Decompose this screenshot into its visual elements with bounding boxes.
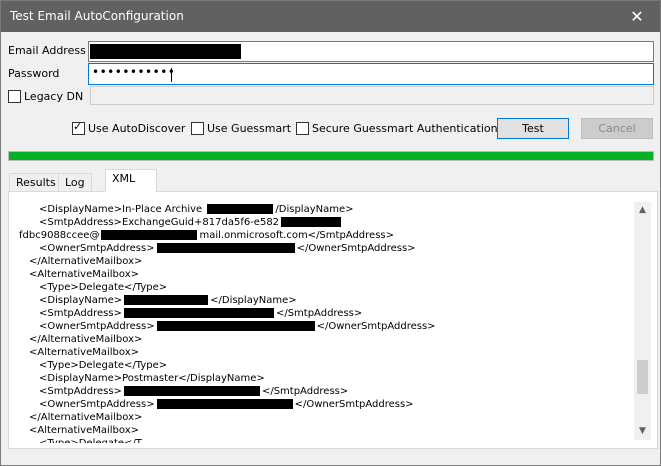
password-value: •••••••••••	[92, 65, 176, 79]
window-title: Test Email AutoConfiguration	[10, 9, 184, 23]
redacted-block	[101, 230, 198, 240]
dialog-window: Test Email AutoConfiguration ✕ Email Add…	[0, 0, 661, 466]
xml-panel: <DisplayName>In-Place Archive /DisplayNa…	[8, 191, 658, 449]
xml-text-view[interactable]: <DisplayName>In-Place Archive /DisplayNa…	[19, 203, 629, 443]
vertical-scrollbar[interactable]: ▲ ▼	[634, 202, 651, 440]
xml-text: <OwnerSmtpAddress>	[39, 243, 155, 254]
xml-text: </OwnerSmtpAddress>	[316, 321, 436, 332]
chevron-up-icon[interactable]: ▲	[634, 202, 651, 219]
xml-line: <OwnerSmtpAddress> </OwnerSmtpAddress>	[19, 242, 629, 255]
redacted-block	[156, 243, 295, 253]
secure-guessmart-checkbox[interactable]	[296, 122, 309, 135]
xml-line: <DisplayName>Postmaster</DisplayName>	[19, 372, 629, 385]
xml-line: <Type>Delegate</Type>	[19, 281, 629, 294]
xml-line: <Type>Delegate</T	[19, 437, 629, 443]
xml-line: <AlternativeMailbox>	[19, 346, 629, 359]
use-autodiscover-label: Use AutoDiscover	[88, 122, 186, 135]
xml-text: </OwnerSmtpAddress>	[296, 243, 416, 254]
xml-text: <DisplayName>In-Place Archive	[39, 204, 206, 215]
legacy-dn-checkbox[interactable]	[8, 90, 21, 103]
xml-line: <SmtpAddress> </SmtpAddress>	[19, 385, 629, 398]
tab-xml[interactable]: XML	[105, 169, 157, 192]
redacted-block	[207, 204, 274, 214]
xml-text: <Type>Delegate</Type>	[39, 360, 168, 371]
title-bar: Test Email AutoConfiguration ✕	[1, 1, 660, 32]
xml-text: /DisplayName>	[275, 204, 354, 215]
xml-text: </AlternativeMailbox>	[29, 412, 143, 423]
legacy-dn-field[interactable]	[90, 86, 654, 105]
xml-text: <AlternativeMailbox>	[29, 269, 140, 280]
xml-line: fdbc9088ccee@ mail.onmicrosoft.com</SmtpA…	[19, 229, 629, 242]
xml-text: <SmtpAddress>ExchangeGuid+817da5f6-e582	[39, 217, 280, 228]
use-guessmart-checkbox[interactable]	[191, 122, 204, 135]
xml-line: <DisplayName>In-Place Archive /DisplayNa…	[19, 203, 629, 216]
redacted-block	[124, 295, 209, 305]
password-label: Password	[8, 67, 60, 80]
xml-line: <OwnerSmtpAddress> </OwnerSmtpAddress>	[19, 320, 629, 333]
xml-text: <SmtpAddress>	[39, 386, 122, 397]
scrollbar-thumb[interactable]	[637, 360, 648, 394]
xml-line: </AlternativeMailbox>	[19, 333, 629, 346]
xml-text: <OwnerSmtpAddress>	[39, 321, 155, 332]
chevron-down-icon[interactable]: ▼	[634, 423, 651, 440]
progress-bar	[8, 151, 654, 161]
xml-text: <SmtpAddress>	[39, 308, 122, 319]
use-guessmart-label: Use Guessmart	[207, 122, 292, 135]
use-autodiscover-checkbox[interactable]: ✓	[72, 120, 85, 135]
redacted-block	[156, 399, 293, 409]
xml-text: <Type>Delegate</Type>	[39, 282, 168, 293]
xml-text: fdbc9088ccee@	[19, 230, 100, 241]
xml-line: <Type>Delegate</Type>	[19, 359, 629, 372]
password-field[interactable]: •••••••••••	[88, 63, 654, 85]
cancel-button[interactable]: Cancel	[581, 118, 653, 139]
tab-results[interactable]: Results	[9, 173, 63, 191]
xml-line: <OwnerSmtpAddress> </OwnerSmtpAddress>	[19, 398, 629, 411]
xml-text: <Type>Delegate</T	[39, 438, 142, 443]
xml-line: <DisplayName> </DisplayName>	[19, 294, 629, 307]
xml-text: mail.onmicrosoft.com</SmtpAddress>	[199, 230, 394, 241]
redacted-block	[90, 44, 241, 59]
xml-text: <DisplayName>Postmaster</DisplayName>	[39, 373, 265, 384]
xml-text: </AlternativeMailbox>	[29, 334, 143, 345]
email-field[interactable]	[88, 41, 654, 62]
xml-text: <DisplayName>	[39, 295, 123, 306]
secure-guessmart-label: Secure Guessmart Authentication	[312, 122, 498, 135]
xml-text: </DisplayName>	[210, 295, 297, 306]
redacted-block	[123, 308, 274, 318]
redacted-block	[156, 321, 315, 331]
text-caret	[171, 68, 172, 82]
xml-text: <OwnerSmtpAddress>	[39, 399, 155, 410]
xml-line: </AlternativeMailbox>	[19, 411, 629, 424]
close-icon[interactable]: ✕	[614, 1, 660, 32]
tab-log[interactable]: Log	[58, 173, 92, 191]
checkmark-icon: ✓	[73, 120, 83, 133]
xml-line: <AlternativeMailbox>	[19, 268, 629, 281]
redacted-block	[123, 386, 260, 396]
legacy-dn-label: Legacy DN	[24, 90, 84, 103]
xml-text: <AlternativeMailbox>	[29, 425, 140, 436]
xml-text: </OwnerSmtpAddress>	[294, 399, 414, 410]
xml-line: <SmtpAddress>ExchangeGuid+817da5f6-e582	[19, 216, 629, 229]
xml-text: </AlternativeMailbox>	[29, 256, 143, 267]
redacted-block	[281, 217, 342, 227]
test-button[interactable]: Test	[497, 118, 569, 139]
xml-text: </SmtpAddress>	[275, 308, 363, 319]
xml-line: <SmtpAddress> </SmtpAddress>	[19, 307, 629, 320]
xml-text: </SmtpAddress>	[261, 386, 349, 397]
xml-line: <AlternativeMailbox>	[19, 424, 629, 437]
xml-text: <AlternativeMailbox>	[29, 347, 140, 358]
progress-fill	[9, 152, 653, 160]
xml-line: </AlternativeMailbox>	[19, 255, 629, 268]
email-label: Email Address	[8, 44, 86, 57]
